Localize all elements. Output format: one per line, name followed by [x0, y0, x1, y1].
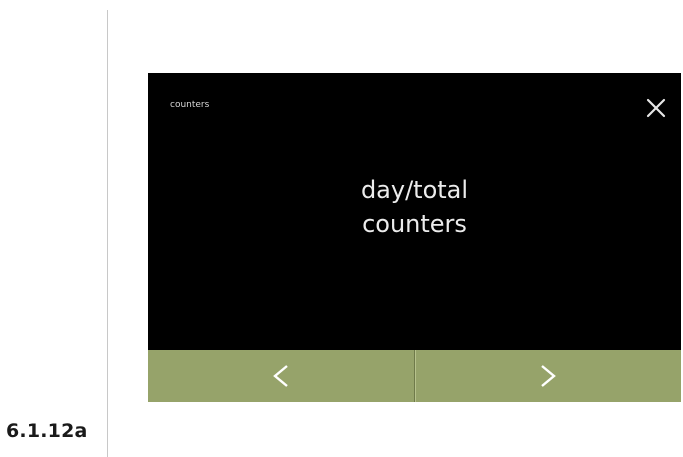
close-button[interactable] — [641, 93, 671, 123]
chevron-left-icon — [272, 365, 288, 387]
chevron-right-icon — [541, 365, 557, 387]
manual-page: 6.1.12a counters day/total counters — [0, 0, 683, 457]
figure-reference: 6.1.12a — [6, 420, 88, 442]
close-icon — [646, 98, 666, 118]
screen-title: counters — [170, 100, 210, 110]
menu-item-label[interactable]: day/total counters — [148, 173, 681, 241]
menu-item-label-line-1: day/total — [360, 176, 469, 204]
next-button[interactable] — [414, 350, 682, 402]
menu-item-label-line-2: counters — [362, 210, 467, 238]
navigation-bar — [148, 350, 681, 402]
touch-screen: counters day/total counters — [148, 73, 681, 402]
previous-button[interactable] — [148, 350, 415, 402]
margin-rule — [107, 10, 108, 457]
